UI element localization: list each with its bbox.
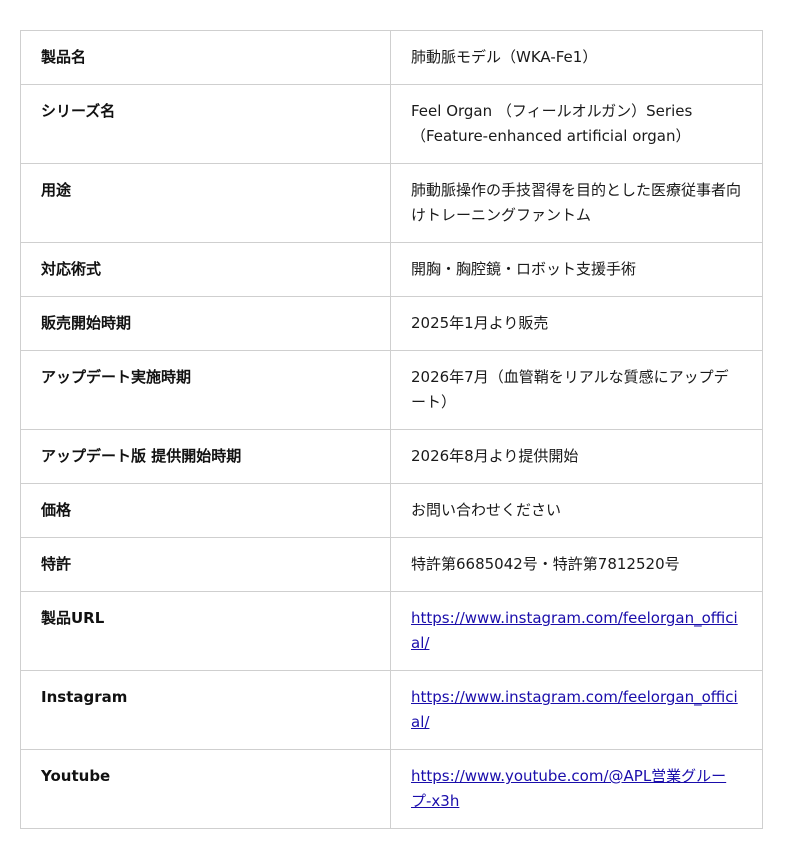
row-value-release-date: 2025年1月より販売 [390, 296, 763, 351]
table-row: アップデート版 提供開始時期 2026年8月より提供開始 [20, 429, 763, 484]
table-row: 用途 肺動脈操作の手技習得を目的とした医療従事者向けトレーニングファントム [20, 163, 763, 243]
row-value-product-url-cell: https://www.instagram.com/feelorgan_offi… [390, 591, 763, 671]
row-value-instagram-cell: https://www.instagram.com/feelorgan_offi… [390, 670, 763, 750]
row-value-product-name: 肺動脈モデル（WKA-Fe1） [390, 30, 763, 85]
table-row: 特許 特許第6685042号・特許第7812520号 [20, 537, 763, 592]
row-label-update-release-date: アップデート版 提供開始時期 [20, 429, 391, 484]
row-label-product-name: 製品名 [20, 30, 391, 85]
row-label-price: 価格 [20, 483, 391, 538]
row-label-instagram: Instagram [20, 670, 391, 750]
row-value-youtube-cell: https://www.youtube.com/@APL営業グループ-x3h [390, 749, 763, 829]
row-label-procedure: 対応術式 [20, 242, 391, 297]
row-value-update-date: 2026年7月（血管鞘をリアルな質感にアップデート） [390, 350, 763, 430]
row-value-series-name: Feel Organ （フィールオルガン）Series（Feature-enha… [390, 84, 763, 164]
row-label-release-date: 販売開始時期 [20, 296, 391, 351]
row-value-price: お問い合わせください [390, 483, 763, 538]
table-row: Instagram https://www.instagram.com/feel… [20, 670, 763, 750]
table-row: 対応術式 開胸・胸腔鏡・ロボット支援手術 [20, 242, 763, 297]
product-spec-table: 製品名 肺動脈モデル（WKA-Fe1） シリーズ名 Feel Organ （フィ… [20, 30, 763, 829]
product-url-link[interactable]: https://www.instagram.com/feelorgan_offi… [411, 609, 738, 652]
instagram-link[interactable]: https://www.instagram.com/feelorgan_offi… [411, 688, 738, 731]
row-value-procedure: 開胸・胸腔鏡・ロボット支援手術 [390, 242, 763, 297]
table-row: 製品名 肺動脈モデル（WKA-Fe1） [20, 30, 763, 85]
table-row: Youtube https://www.youtube.com/@APL営業グル… [20, 749, 763, 829]
table-row: 製品URL https://www.instagram.com/feelorga… [20, 591, 763, 671]
row-value-update-release-date: 2026年8月より提供開始 [390, 429, 763, 484]
table-row: 販売開始時期 2025年1月より販売 [20, 296, 763, 351]
table-row: 価格 お問い合わせください [20, 483, 763, 538]
row-label-update-date: アップデート実施時期 [20, 350, 391, 430]
row-value-usage: 肺動脈操作の手技習得を目的とした医療従事者向けトレーニングファントム [390, 163, 763, 243]
row-label-youtube: Youtube [20, 749, 391, 829]
row-label-series-name: シリーズ名 [20, 84, 391, 164]
table-row: アップデート実施時期 2026年7月（血管鞘をリアルな質感にアップデート） [20, 350, 763, 430]
youtube-link[interactable]: https://www.youtube.com/@APL営業グループ-x3h [411, 767, 726, 810]
row-label-patent: 特許 [20, 537, 391, 592]
row-value-patent: 特許第6685042号・特許第7812520号 [390, 537, 763, 592]
row-label-usage: 用途 [20, 163, 391, 243]
table-row: シリーズ名 Feel Organ （フィールオルガン）Series（Featur… [20, 84, 763, 164]
row-label-product-url: 製品URL [20, 591, 391, 671]
